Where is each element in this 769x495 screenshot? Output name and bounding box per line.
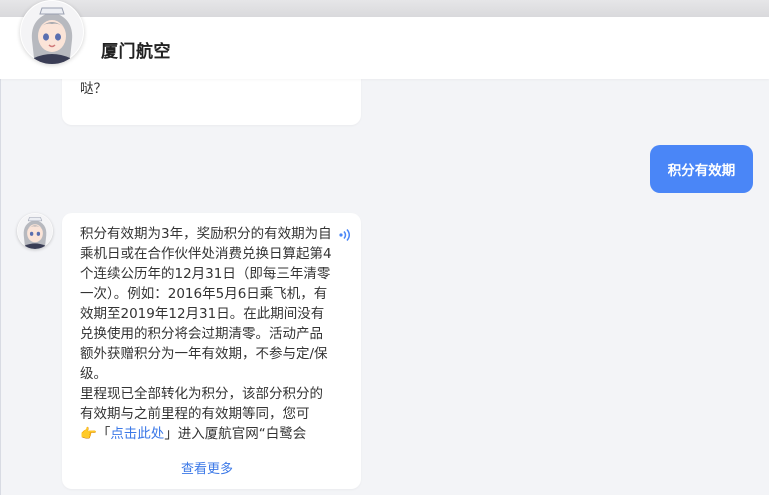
assistant-avatar [20,0,84,64]
header-title: 厦门航空 [101,42,171,62]
user-message-bubble[interactable]: 积分有效期 [650,145,753,193]
window-titlebar [0,0,769,17]
pointing-hand-icon: 👉 [80,426,97,442]
chat-area[interactable]: 本次会话保存记录。请问有什么可以帮您哒？ 积分有效期 积分有效期为3年，奖励积分… [0,59,769,495]
bot-answer-bubble: 积分有效期为3年，奖励积分的有效期为自乘机日或在合作伙伴处消费兑换日算起第4个连… [62,213,361,489]
quote-open: 「 [96,426,111,442]
speaker-icon[interactable] [337,227,353,243]
answer-paragraph: 里程现已全部转化为积分，该部分积分的有效期与之前里程的有效期等同，您可 [80,386,323,422]
bot-answer-text: 积分有效期为3年，奖励积分的有效期为自乘机日或在合作伙伴处消费兑换日算起第4个连… [80,224,336,446]
answer-link-line: 👉「点击此处」进入厦航官网“白鹭会 [80,424,336,444]
click-here-link[interactable]: 点击此处 [110,426,164,442]
bot-avatar [17,213,53,249]
see-more-button[interactable]: 查看更多 [62,458,352,477]
answer-paragraph: 积分有效期为3年，奖励积分的有效期为自乘机日或在合作伙伴处消费兑换日算起第4个连… [80,226,332,382]
link-tail-text: 」进入厦航官网“白鹭会 [164,426,307,442]
